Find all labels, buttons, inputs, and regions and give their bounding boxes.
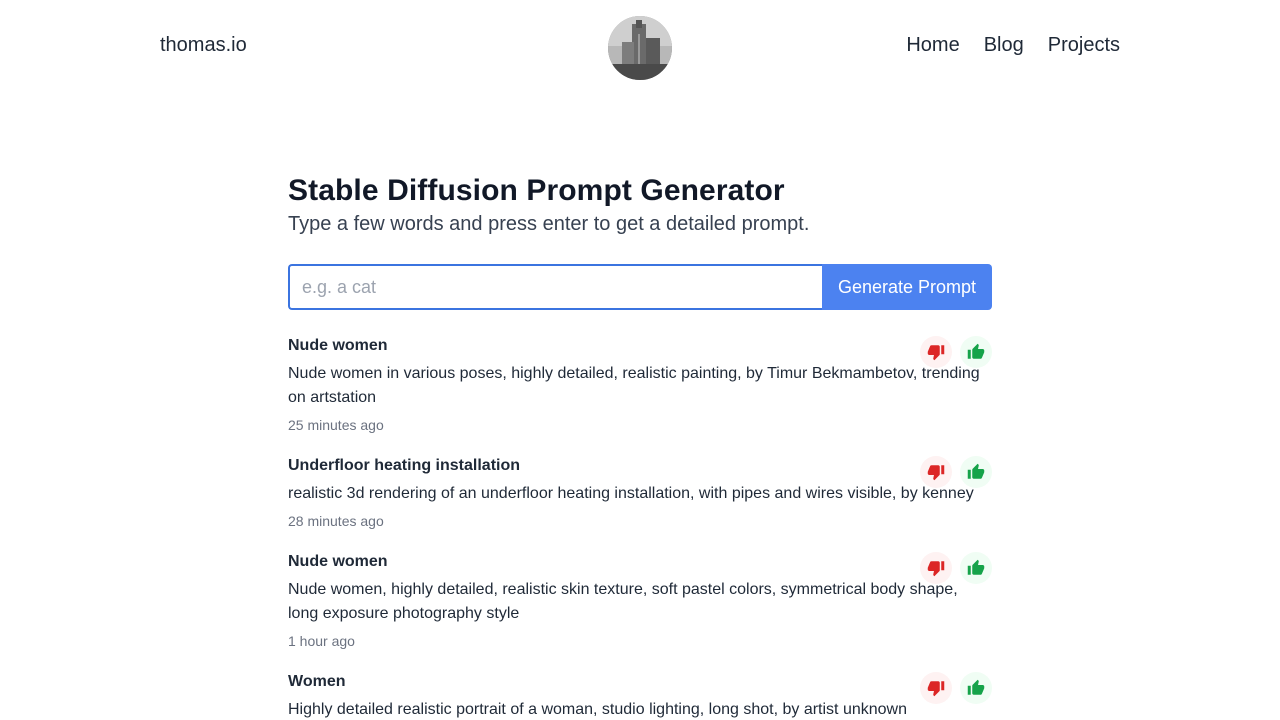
thumbs-up-icon — [967, 679, 985, 695]
prompt-timestamp: 1 hour ago — [288, 633, 355, 649]
prompt-list: Nude women Nude women in various poses, … — [288, 336, 992, 720]
thumbs-up-icon — [967, 463, 985, 479]
prompt-item: Underfloor heating installation realisti… — [288, 456, 992, 552]
prompt-text: Nude women, highly detailed, realistic s… — [288, 581, 958, 622]
thumbs-down-icon — [927, 465, 945, 481]
nav-blog[interactable]: Blog — [984, 34, 1024, 57]
avatar-photo — [608, 16, 672, 80]
prompt-form: Generate Prompt — [288, 264, 992, 310]
prompt-timestamp: 28 minutes ago — [288, 513, 384, 529]
generate-prompt-button[interactable]: Generate Prompt — [822, 264, 992, 310]
thumbs-up-icon — [967, 343, 985, 359]
prompt-input[interactable] — [288, 264, 822, 310]
site-header: thomas.io Home Blog Projects — [0, 0, 1280, 96]
downvote-button[interactable] — [920, 672, 952, 704]
prompt-title: Underfloor heating installation — [288, 457, 521, 474]
page-subtitle: Type a few words and press enter to get … — [288, 213, 810, 235]
prompt-text: Nude women in various poses, highly deta… — [288, 365, 980, 406]
prompt-text: Highly detailed realistic portrait of a … — [288, 701, 907, 718]
downvote-button[interactable] — [920, 336, 952, 368]
thumbs-down-icon — [927, 561, 945, 577]
prompt-item: Women Highly detailed realistic portrait… — [288, 672, 992, 720]
downvote-button[interactable] — [920, 552, 952, 584]
vote-buttons — [920, 456, 992, 488]
prompt-timestamp: 25 minutes ago — [288, 417, 384, 433]
upvote-button[interactable] — [960, 456, 992, 488]
prompt-item: Nude women Nude women in various poses, … — [288, 336, 992, 456]
prompt-item: Nude women Nude women, highly detailed, … — [288, 552, 992, 672]
prompt-title: Women — [288, 673, 346, 690]
avatar[interactable] — [608, 16, 672, 80]
vote-buttons — [920, 552, 992, 584]
prompt-text: realistic 3d rendering of an underfloor … — [288, 485, 974, 502]
upvote-button[interactable] — [960, 552, 992, 584]
nav-home[interactable]: Home — [906, 34, 959, 57]
thumbs-down-icon — [927, 345, 945, 361]
main-nav: Home Blog Projects — [906, 34, 1120, 57]
site-name-link[interactable]: thomas.io — [160, 34, 247, 57]
vote-buttons — [920, 336, 992, 368]
main-content: Stable Diffusion Prompt Generator Type a… — [288, 172, 992, 720]
nav-projects[interactable]: Projects — [1048, 34, 1120, 57]
thumbs-down-icon — [927, 681, 945, 697]
upvote-button[interactable] — [960, 672, 992, 704]
vote-buttons — [920, 672, 992, 704]
prompt-title: Nude women — [288, 337, 388, 354]
upvote-button[interactable] — [960, 336, 992, 368]
downvote-button[interactable] — [920, 456, 952, 488]
thumbs-up-icon — [967, 559, 985, 575]
page-title: Stable Diffusion Prompt Generator — [288, 174, 785, 207]
prompt-title: Nude women — [288, 553, 388, 570]
